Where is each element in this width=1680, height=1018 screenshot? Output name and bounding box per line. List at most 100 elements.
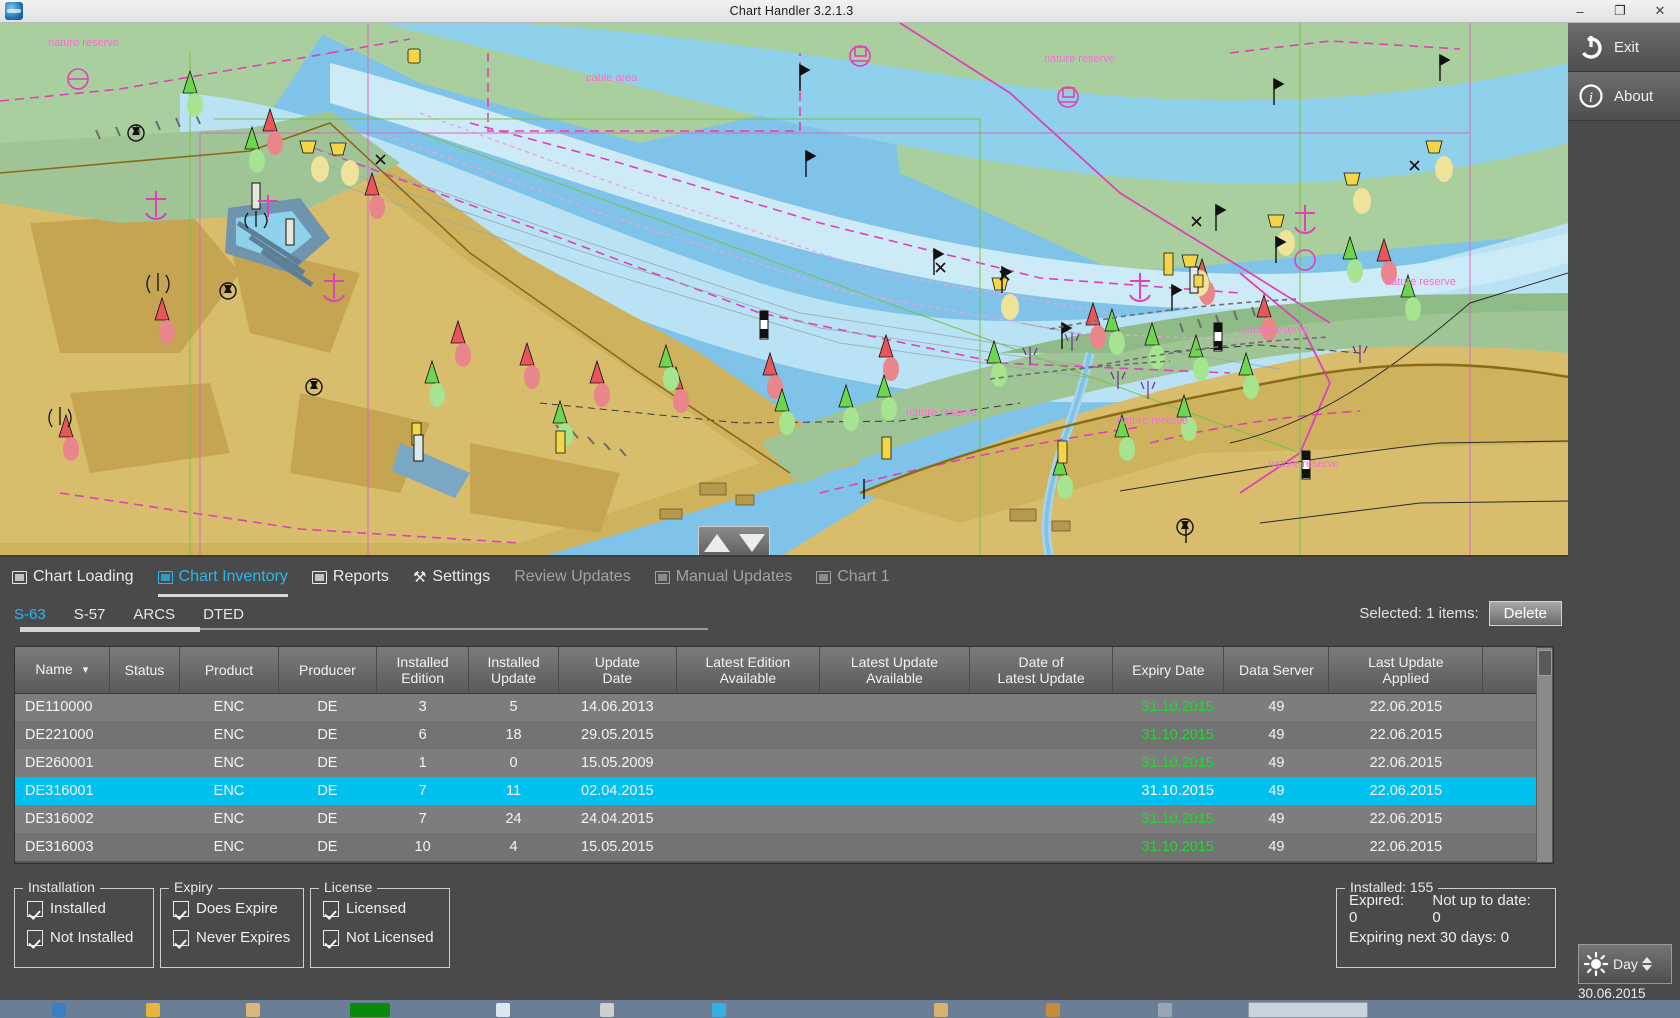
tab-manual-updates[interactable]: Manual Updates <box>643 559 805 595</box>
table-row[interactable]: DE316001 ENC DE 7 11 02.04.2015 31.10.2015 49 22… <box>15 777 1537 805</box>
checkbox-label: Never Expires <box>196 929 291 946</box>
taskbar-icon-7[interactable] <box>712 1003 726 1017</box>
table-row[interactable]: DE316002 ENC DE 7 24 24.04.2015 31.10.2015 49 22… <box>15 805 1537 833</box>
checkbox-icon[interactable] <box>27 900 43 917</box>
scrollbar-thumb[interactable] <box>1538 650 1552 676</box>
column-header-9[interactable]: Date of Latest Update <box>969 647 1114 694</box>
window-title: Chart Handler 3.2.1.3 <box>729 4 854 18</box>
monitor-icon <box>311 570 327 584</box>
column-header-1[interactable]: Status <box>109 647 181 694</box>
taskbar-icon-9[interactable] <box>1046 1003 1060 1017</box>
sort-caret-icon[interactable]: ▾ <box>83 662 89 678</box>
column-header-11[interactable]: Data Server <box>1223 647 1330 694</box>
tab-label: Review Updates <box>514 568 631 585</box>
chart-inventory-table[interactable]: Name ▾ Status Product Producer Installed Edit… <box>14 646 1554 864</box>
cell-latest_edition <box>676 693 819 721</box>
checkbox-icon[interactable] <box>323 929 339 946</box>
table-row[interactable]: DE221000 ENC DE 6 18 29.05.2015 31.10.2015 49 22… <box>15 721 1537 749</box>
table-header-row[interactable]: Name ▾ Status Product Producer Installed Edit… <box>15 647 1537 694</box>
checkbox-not-licensed[interactable]: Not Licensed <box>323 923 437 952</box>
cell-producer: DE <box>317 783 338 799</box>
exit-label: Exit <box>1614 38 1640 56</box>
tab-reports[interactable]: Reports <box>300 559 401 595</box>
checkbox-never-expires[interactable]: Never Expires <box>173 923 291 952</box>
tab-label: Manual Updates <box>675 568 793 585</box>
table-vertical-scrollbar[interactable] <box>1536 648 1552 862</box>
column-header-10[interactable]: Expiry Date <box>1112 647 1225 694</box>
column-header-7[interactable]: Latest Edition Available <box>676 647 821 694</box>
right-rail: Exit i About <box>1568 23 1680 995</box>
column-header-0[interactable]: Name ▾ <box>15 647 110 694</box>
tab-chart-loading[interactable]: Chart Loading <box>0 559 146 595</box>
nautical-chart <box>0 23 1568 555</box>
not-up-to-date-count: Not up to date: 0 <box>1432 891 1531 926</box>
cell-spacer <box>1483 805 1537 833</box>
table-row[interactable]: DE316003 ENC DE 10 4 15.05.2015 31.10.2015 49 22… <box>15 833 1537 861</box>
table-body[interactable]: DE110000 ENC DE 3 5 14.06.2013 31.10.2015 49 22.… <box>15 693 1537 861</box>
monitor-icon <box>654 570 670 584</box>
close-button[interactable]: ✕ <box>1640 0 1680 23</box>
taskbar-icon-8[interactable] <box>934 1003 948 1017</box>
taskbar-icon-3[interactable] <box>246 1003 260 1017</box>
tab-settings[interactable]: ⚒ Settings <box>401 559 502 595</box>
cell-update_date: 15.05.2015 <box>581 839 654 855</box>
checkbox-icon[interactable] <box>173 900 189 917</box>
column-header-13[interactable] <box>1482 647 1537 694</box>
column-header-8[interactable]: Latest Update Available <box>819 647 970 694</box>
current-date: 30.06.2015 <box>1578 986 1646 1001</box>
sun-icon <box>1579 952 1613 976</box>
wrench-icon: ⚒ <box>412 568 427 586</box>
delete-button[interactable]: Delete <box>1488 600 1562 626</box>
tab-chart-1[interactable]: Chart 1 <box>804 559 901 595</box>
sub-tab-bar[interactable]: S-63 S-57 ARCS DTED <box>0 599 1568 629</box>
taskbar-icon-2[interactable] <box>146 1003 160 1017</box>
taskbar-active-window[interactable] <box>1248 1002 1368 1018</box>
subtab-s-57[interactable]: S-57 <box>60 606 120 623</box>
taskbar-icon-5[interactable] <box>496 1003 510 1017</box>
about-button[interactable]: i About <box>1568 72 1680 121</box>
maximize-button[interactable]: ❐ <box>1600 0 1640 23</box>
tab-chart-inventory[interactable]: Chart Inventory <box>146 559 300 597</box>
taskbar-icon-10[interactable] <box>1158 1003 1172 1017</box>
column-header-6[interactable]: Update Date <box>558 647 677 694</box>
column-header-2[interactable]: Product <box>179 647 279 694</box>
checkbox-icon[interactable] <box>173 929 189 946</box>
cell-last_applied: 22.06.2015 <box>1369 727 1443 743</box>
cell-data_server: 49 <box>1268 839 1285 855</box>
column-header-5[interactable]: Installed Update <box>468 647 559 694</box>
checkbox-licensed[interactable]: Licensed <box>323 894 437 923</box>
subtab-dted[interactable]: DTED <box>189 606 258 623</box>
tab-review-updates[interactable]: Review Updates <box>502 559 643 595</box>
chart-map-view[interactable]: nature reserve cable area nature reserve na… <box>0 23 1568 557</box>
exit-button[interactable]: Exit <box>1568 23 1680 72</box>
map-pan-control[interactable] <box>698 526 770 555</box>
subtab-s-63[interactable]: S-63 <box>0 606 60 623</box>
table-row[interactable]: DE260001 ENC DE 1 0 15.05.2009 31.10.2015 49 22.… <box>15 749 1537 777</box>
checkbox-icon[interactable] <box>323 900 339 917</box>
cell-latest_update <box>820 721 970 749</box>
taskbar-icon-4[interactable] <box>350 1003 390 1017</box>
checkbox-icon[interactable] <box>27 929 43 946</box>
cell-installed_update: 0 <box>509 755 518 771</box>
column-header-4[interactable]: Installed Edition <box>376 647 470 694</box>
checkbox-not-installed[interactable]: Not Installed <box>27 923 141 952</box>
column-header-label: Status <box>124 661 165 678</box>
minimize-button[interactable]: – <box>1560 0 1600 23</box>
taskbar-icon-1[interactable] <box>52 1003 66 1017</box>
day-spinner-icon[interactable] <box>1641 957 1652 971</box>
main-tab-bar[interactable]: Chart Loading Chart Inventory Reports ⚒ Sett… <box>0 559 1568 597</box>
os-taskbar[interactable] <box>0 1000 1680 1018</box>
column-header-3[interactable]: Producer <box>278 647 378 694</box>
triangle-down-icon[interactable] <box>738 534 765 552</box>
checkbox-installed[interactable]: Installed <box>27 894 141 923</box>
info-icon: i <box>1568 83 1614 109</box>
column-header-12[interactable]: Last Update Applied <box>1328 647 1484 694</box>
cell-status <box>109 833 180 861</box>
cell-expiry: 31.10.2015 <box>1141 755 1214 771</box>
taskbar-icon-6[interactable] <box>600 1003 614 1017</box>
day-night-selector[interactable]: Day <box>1578 944 1672 984</box>
checkbox-does-expire[interactable]: Does Expire <box>173 894 291 923</box>
subtab-arcs[interactable]: ARCS <box>119 606 189 623</box>
table-row[interactable]: DE110000 ENC DE 3 5 14.06.2013 31.10.2015 49 22.… <box>15 693 1537 721</box>
triangle-up-icon[interactable] <box>703 534 730 552</box>
